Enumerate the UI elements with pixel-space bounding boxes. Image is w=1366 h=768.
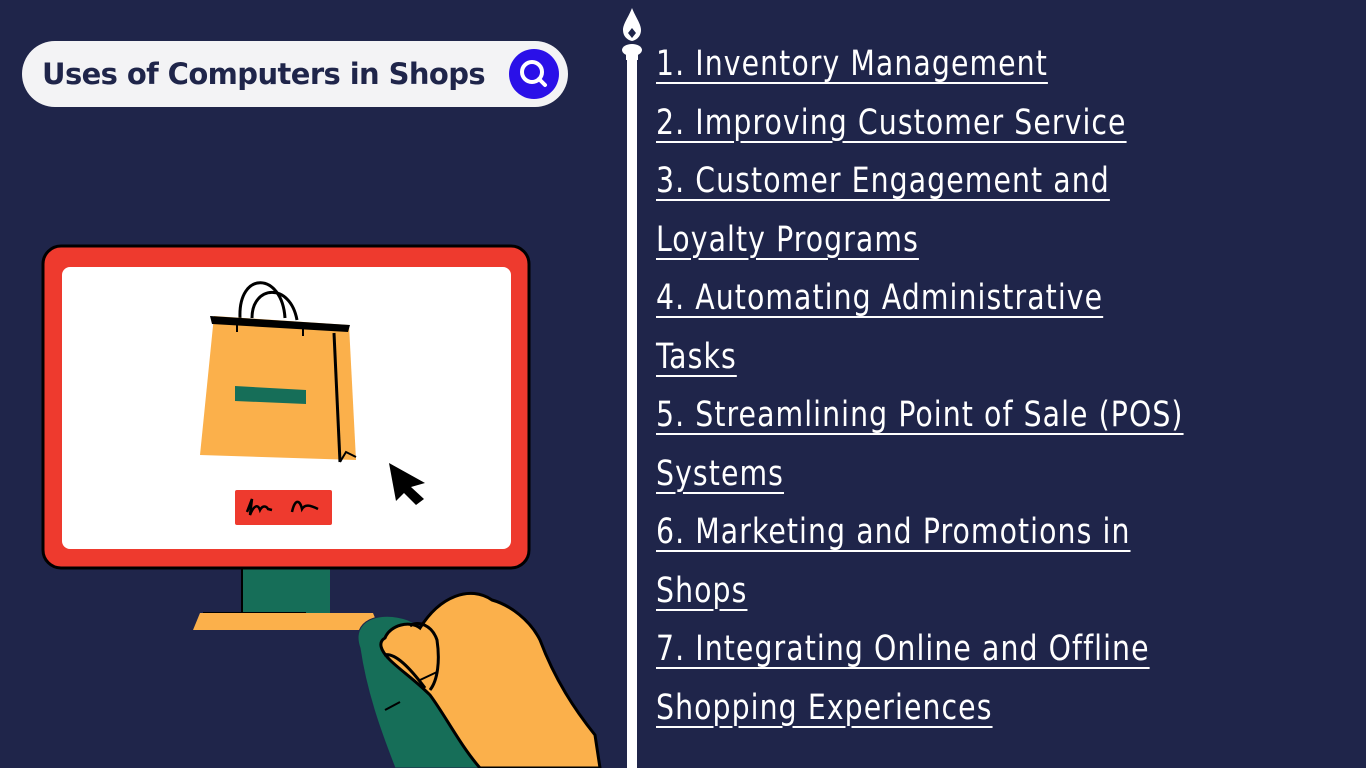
list-item-text: 6. Marketing and Promotions in <box>656 512 1131 552</box>
pen-nib-icon <box>622 8 642 60</box>
list-item-text: 4. Automating Administrative <box>656 278 1104 318</box>
monitor-stand <box>193 566 380 630</box>
divider-line <box>622 8 642 768</box>
list-item-loyalty[interactable]: 3. Customer Engagement and Loyalty Progr… <box>656 152 1366 269</box>
list-item-text: 1. Inventory Management <box>656 44 1048 84</box>
list-item-text: Tasks <box>656 336 737 377</box>
buy-button-icon <box>235 490 332 525</box>
list-item-text: Shops <box>656 570 748 611</box>
list-item-text: 5. Streamlining Point of Sale (POS) <box>656 395 1184 435</box>
list-item-text: Shopping Experiences <box>656 687 993 728</box>
list-item-pos[interactable]: 5. Streamlining Point of Sale (POS) Syst… <box>656 386 1366 503</box>
computer-shop-illustration <box>41 244 602 768</box>
list-item-text: Loyalty Programs <box>656 219 919 260</box>
list-item-text: 2. Improving Customer Service <box>656 102 1127 143</box>
list-item-text: 7. Integrating Online and Offline <box>656 629 1150 669</box>
uses-list: 1. Inventory Management 2. Improving Cus… <box>656 35 1366 737</box>
list-item-text: Systems <box>656 453 785 494</box>
hand-on-mouse-icon <box>357 591 602 768</box>
list-item-marketing[interactable]: 6. Marketing and Promotions in Shops <box>656 503 1366 620</box>
list-item-customer-service[interactable]: 2. Improving Customer Service <box>656 94 1366 153</box>
list-item-admin-tasks[interactable]: 4. Automating Administrative Tasks <box>656 269 1366 386</box>
list-item-text: 3. Customer Engagement and <box>656 161 1110 201</box>
list-item-inventory[interactable]: 1. Inventory Management <box>656 35 1366 94</box>
list-item-omnichannel[interactable]: 7. Integrating Online and Offline Shoppi… <box>656 620 1366 737</box>
